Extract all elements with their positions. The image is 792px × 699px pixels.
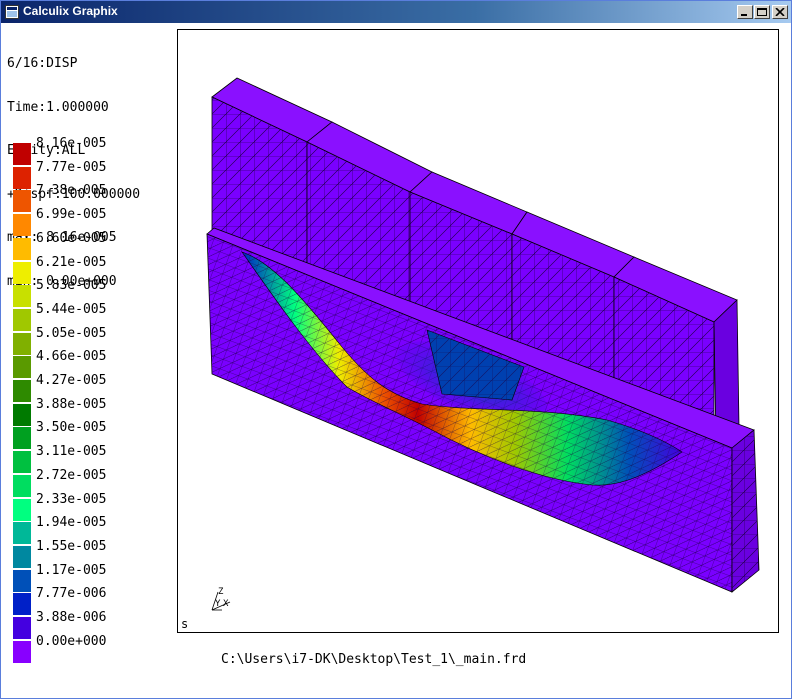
legend-swatch (13, 498, 31, 521)
legend-swatch (13, 593, 31, 616)
legend-swatch (13, 356, 31, 379)
legend-label: 1.55e-005 (36, 538, 107, 554)
legend-label: 3.88e-006 (36, 610, 107, 625)
axis-triad: Z Y X (211, 587, 231, 611)
info-time: Time:1.000000 (7, 99, 109, 115)
legend-label: 3.88e-005 (36, 396, 107, 412)
axis-x-label: X (223, 599, 229, 609)
legend-label: 8.16e-005 (36, 136, 107, 151)
legend-swatch (13, 640, 31, 663)
legend-swatch (13, 143, 31, 165)
legend-swatch (13, 190, 31, 213)
legend-swatch (13, 261, 31, 284)
minimize-icon (741, 14, 747, 16)
legend-label: 7.38e-005 (36, 183, 107, 199)
legend-swatch (13, 474, 31, 497)
legend-swatch (13, 545, 31, 568)
legend-swatch (13, 403, 31, 426)
legend-swatch (13, 617, 31, 639)
legend-swatch (13, 166, 31, 189)
legend-swatch (13, 427, 31, 450)
title-bar[interactable]: Calculix Graphix (1, 1, 791, 23)
legend-swatch (13, 380, 31, 402)
legend-label: 7.77e-005 (36, 159, 107, 175)
fem-model-render[interactable]: Z Y X (178, 30, 778, 632)
app-window: Calculix Graphix 6/16:DISP Time:1.000000… (0, 0, 792, 699)
legend-label: 4.27e-005 (36, 373, 107, 388)
legend-swatch (13, 285, 31, 308)
legend-label: 1.94e-005 (36, 515, 107, 531)
legend-label: 1.17e-005 (36, 562, 107, 578)
legend-label: 2.33e-005 (36, 491, 107, 507)
legend-label: 2.72e-005 (36, 467, 107, 483)
legend-swatch (13, 308, 31, 331)
legend-swatch (13, 451, 31, 474)
window-title: Calculix Graphix (23, 4, 118, 18)
legend-label: 3.11e-005 (36, 444, 107, 460)
axis-z-label: Z (218, 587, 224, 597)
legend-label: 4.66e-005 (36, 349, 107, 365)
legend-label: 5.44e-005 (36, 301, 107, 317)
legend-label: 0.00e+000 (36, 633, 107, 649)
legend-label: 5.05e-005 (36, 325, 107, 341)
legend-label: 7.77e-006 (36, 586, 107, 602)
close-button[interactable] (772, 5, 788, 19)
legend-label: 6.60e-005 (36, 230, 107, 246)
close-icon (775, 8, 785, 16)
legend-swatch (13, 237, 31, 260)
maximize-icon (757, 8, 767, 16)
legend-label: 6.99e-005 (36, 207, 107, 223)
legend-swatch (13, 569, 31, 592)
info-step: 6/16:DISP (7, 56, 78, 71)
legend-swatch (13, 214, 31, 237)
legend-swatch (13, 522, 31, 545)
legend-label: 5.83e-005 (36, 278, 107, 294)
viewport-corner-label: s (181, 617, 189, 631)
app-icon (5, 5, 19, 19)
legend-swatch (13, 332, 31, 355)
legend-label: 3.50e-005 (36, 420, 107, 436)
file-path-label: C:\Users\i7-DK\Desktop\Test_1\_main.frd (221, 652, 527, 667)
model-viewport[interactable]: Z Y X s (177, 29, 779, 633)
legend-label: 6.21e-005 (36, 254, 107, 270)
minimize-button[interactable] (737, 5, 753, 19)
axis-y-label: Y (215, 599, 221, 609)
maximize-button[interactable] (754, 5, 770, 19)
